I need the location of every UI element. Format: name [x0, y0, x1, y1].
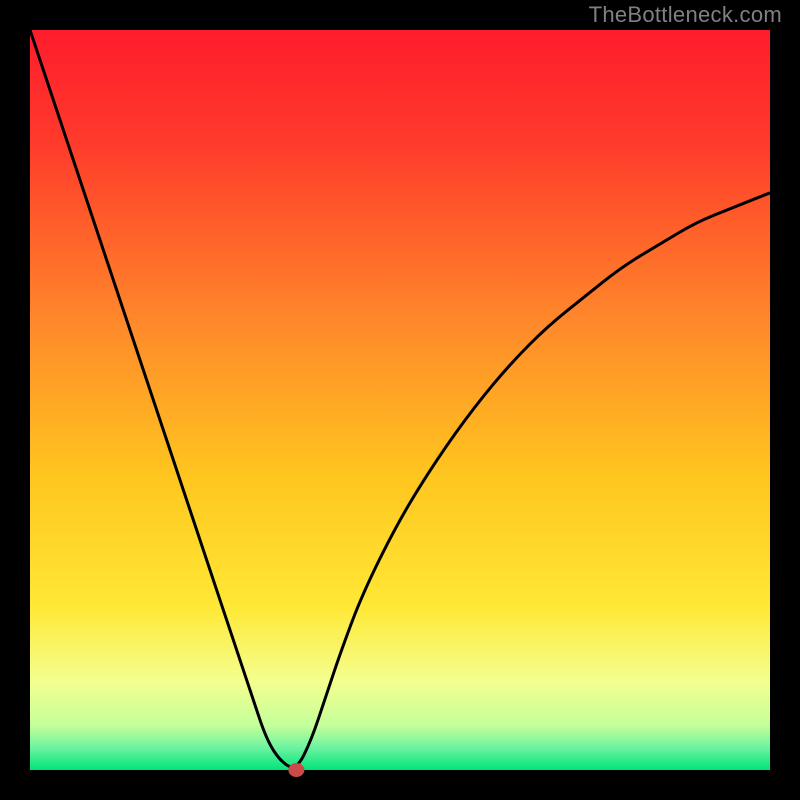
watermark-text: TheBottleneck.com	[589, 2, 782, 28]
chart-frame: { "watermark": "TheBottleneck.com", "col…	[0, 0, 800, 800]
chart-svg	[0, 0, 800, 800]
plot-background	[30, 30, 770, 770]
optimal-point-marker	[288, 763, 304, 777]
